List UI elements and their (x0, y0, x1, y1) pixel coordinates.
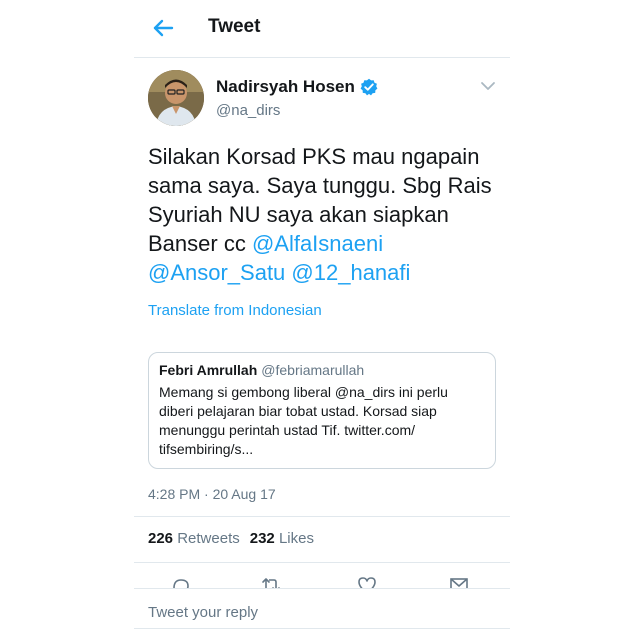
divider (134, 516, 510, 517)
likes-stat[interactable]: 232 Likes (250, 530, 314, 547)
likes-label: Likes (278, 530, 314, 547)
translate-link[interactable]: Translate from Indonesian (148, 302, 322, 319)
quoted-author-name: Febri Amrullah (159, 362, 258, 378)
page: Tweet Nadirsyah Hosen @na_dirs Silakan K… (0, 0, 640, 639)
header-bar: Tweet (134, 0, 510, 58)
reply-icon[interactable] (170, 574, 192, 588)
divider (134, 588, 510, 589)
tweet-timestamp: 4:28 PM · 20 Aug 17 (148, 486, 276, 502)
page-title: Tweet (208, 16, 261, 37)
divider (134, 562, 510, 563)
quoted-tweet-text: Memang si gembong liberal @na_dirs ini p… (159, 384, 448, 457)
retweets-label: Retweets (177, 530, 240, 547)
chevron-down-icon[interactable] (480, 78, 496, 94)
verified-badge-icon (360, 78, 378, 96)
frame-left (0, 0, 134, 639)
author-name: Nadirsyah Hosen (216, 77, 355, 96)
arrow-left-icon (153, 19, 174, 37)
tweet-screen: Tweet Nadirsyah Hosen @na_dirs Silakan K… (134, 0, 510, 639)
mention-link[interactable]: @Ansor_Satu (148, 260, 285, 285)
reply-input[interactable] (148, 600, 496, 624)
like-icon[interactable] (356, 574, 378, 588)
back-button[interactable] (148, 13, 178, 43)
likes-count: 232 (249, 530, 275, 547)
divider (134, 628, 510, 629)
avatar[interactable] (148, 70, 204, 126)
retweets-stat[interactable]: 226 Retweets (148, 530, 240, 547)
author-name-row[interactable]: Nadirsyah Hosen (216, 77, 378, 97)
mention-link[interactable]: @12_hanafi (291, 260, 410, 285)
retweets-count: 226 (148, 530, 174, 547)
quoted-tweet[interactable]: Febri Amrullah @febriamarullah Memang si … (148, 352, 496, 469)
share-icon[interactable] (448, 574, 470, 588)
tweet-text: Silakan Korsad PKS mau ngapain sama saya… (148, 142, 498, 287)
retweet-icon[interactable] (260, 574, 282, 588)
tweet-stats: 226 Retweets 232 Likes (148, 530, 314, 547)
quoted-author-handle: @febriamarullah (261, 362, 365, 378)
mention-link[interactable]: @AlfaIsnaeni (252, 231, 383, 256)
avatar-image (148, 70, 204, 126)
action-bar (134, 572, 510, 588)
author-handle[interactable]: @na_dirs (216, 102, 280, 119)
frame-right (506, 0, 640, 639)
quoted-tweet-header: Febri Amrullah @febriamarullah (159, 361, 485, 379)
